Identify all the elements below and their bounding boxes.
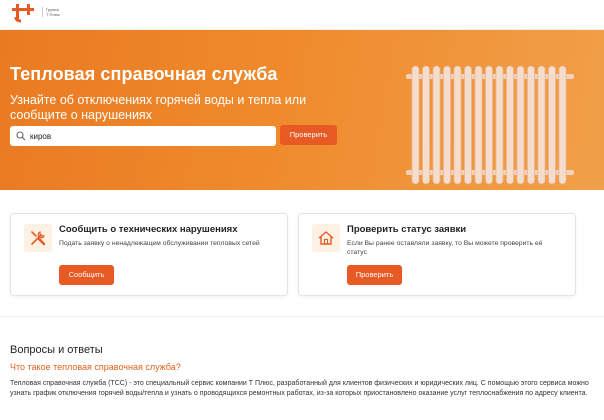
radiator-fin xyxy=(495,65,504,185)
radiator-fin xyxy=(558,65,567,185)
logo-text: Группа Т Плюс xyxy=(42,7,72,17)
card-description: Подать заявку о ненадлежащем обслуживани… xyxy=(59,240,260,247)
faq-answer: Тепловая справочная служба (ТСС) - это с… xyxy=(10,380,589,397)
home-icon xyxy=(312,224,340,252)
site-header: Группа Т Плюс xyxy=(0,0,604,30)
faq-heading: Вопросы и ответы xyxy=(10,344,103,356)
section-divider xyxy=(0,316,604,317)
address-search-box[interactable] xyxy=(10,126,276,146)
tools-icon xyxy=(24,224,52,252)
search-check-button[interactable]: Проверить xyxy=(280,125,337,145)
check-status-button[interactable]: Проверить xyxy=(347,265,402,285)
report-button[interactable]: Сообщить xyxy=(59,265,114,285)
radiator-fin xyxy=(516,65,525,185)
radiator-fin xyxy=(548,65,556,185)
hero-banner: Тепловая справочная служба Узнайте об от… xyxy=(0,30,604,190)
radiator-fin xyxy=(527,65,535,185)
radiator-fin xyxy=(411,65,420,185)
t-plus-logo[interactable] xyxy=(10,3,36,23)
address-search-input[interactable] xyxy=(30,126,270,146)
radiator-illustration xyxy=(406,65,574,185)
check-status-card: Проверить статус заявки Если Вы ранее ос… xyxy=(298,213,576,296)
card-title: Проверить статус заявки xyxy=(347,224,467,235)
radiator-fin xyxy=(506,65,514,185)
radiator-fin xyxy=(485,65,493,185)
faq-question[interactable]: Что такое тепловая справочная служба? xyxy=(10,362,181,372)
radiator-fin xyxy=(474,65,483,185)
page-title: Тепловая справочная служба xyxy=(10,64,278,84)
card-description: Если Вы ранее оставляли заявку, то Вы мо… xyxy=(347,240,543,256)
radiator-fin xyxy=(464,65,472,185)
radiator-fin xyxy=(537,65,546,185)
hero-subtitle: Узнайте об отключениях горячей воды и те… xyxy=(10,93,307,122)
card-title: Сообщить о технических нарушениях xyxy=(59,224,238,235)
radiator-fin xyxy=(443,65,451,185)
report-issue-card: Сообщить о технических нарушениях Подать… xyxy=(10,213,288,296)
radiator-fin xyxy=(432,65,441,185)
radiator-fin xyxy=(453,65,462,185)
search-icon xyxy=(16,131,26,141)
radiator-fin xyxy=(422,65,430,185)
